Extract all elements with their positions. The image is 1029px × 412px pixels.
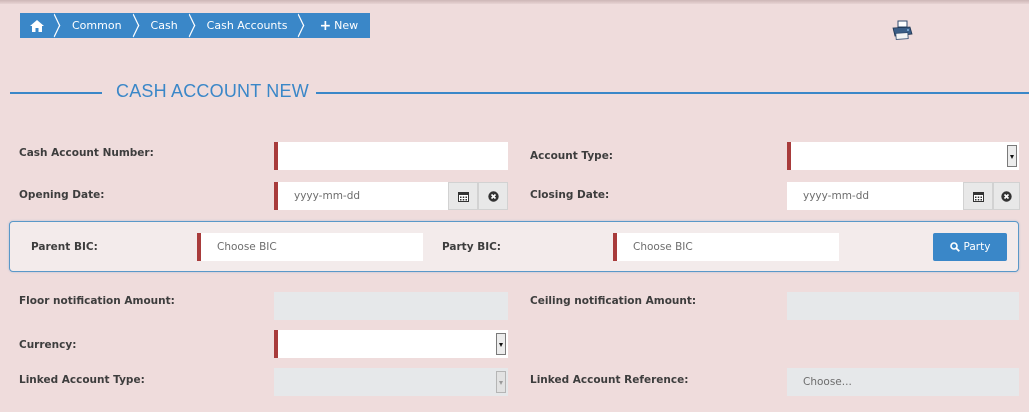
party-button-label: Party: [963, 241, 991, 253]
linked-account-reference-placeholder: Choose...: [803, 376, 852, 388]
currency-label: Currency:: [19, 339, 77, 351]
ceiling-notification-input[interactable]: [787, 292, 1019, 320]
linked-account-reference-input[interactable]: Choose...: [787, 368, 1019, 396]
party-bic-placeholder: Choose BIC: [633, 241, 693, 253]
breadcrumb-home[interactable]: [20, 13, 59, 38]
breadcrumb-common[interactable]: Common: [59, 13, 138, 38]
closing-date-placeholder: yyyy-mm-dd: [803, 190, 870, 202]
parent-bic-label: Parent BIC:: [31, 241, 98, 253]
title-rule-right: [316, 92, 1029, 94]
opening-date-input[interactable]: yyyy-mm-dd: [274, 182, 448, 210]
currency-select[interactable]: [274, 330, 508, 358]
title-rule-left: [10, 92, 102, 94]
opening-date-clear-button[interactable]: [478, 182, 508, 210]
close-circle-icon: [1001, 190, 1012, 202]
party-bic-label: Party BIC:: [442, 241, 502, 253]
bic-panel: [9, 221, 1019, 272]
linked-account-reference-label: Linked Account Reference:: [530, 374, 689, 386]
plus-icon: +: [319, 17, 332, 34]
breadcrumb-label: New: [334, 19, 359, 32]
breadcrumb-cash[interactable]: Cash: [138, 13, 194, 38]
account-type-select[interactable]: [787, 142, 1019, 170]
party-bic-input[interactable]: Choose BIC: [613, 233, 839, 261]
calendar-icon: [457, 191, 469, 202]
breadcrumb-new[interactable]: + New: [303, 13, 370, 38]
account-type-label: Account Type:: [530, 150, 614, 162]
closing-date-label: Closing Date:: [530, 189, 610, 201]
floor-notification-input[interactable]: [274, 292, 508, 320]
calendar-icon: [972, 191, 984, 202]
cash-account-number-input[interactable]: [274, 142, 508, 170]
top-border: [0, 0, 1029, 4]
linked-account-type-label: Linked Account Type:: [19, 374, 145, 386]
breadcrumb-cash-accounts[interactable]: Cash Accounts: [194, 13, 304, 38]
chevron-down-icon: [1007, 145, 1017, 167]
home-icon: [30, 19, 44, 32]
closing-date-input[interactable]: yyyy-mm-dd: [787, 182, 963, 210]
page-title: CASH ACCOUNT NEW: [116, 81, 309, 101]
breadcrumb-label: Common: [72, 19, 122, 32]
opening-date-placeholder: yyyy-mm-dd: [294, 190, 361, 202]
search-icon: [949, 242, 960, 252]
party-search-button[interactable]: Party: [933, 233, 1007, 261]
opening-date-label: Opening Date:: [19, 189, 105, 201]
ceiling-notification-label: Ceiling notification Amount:: [530, 295, 697, 307]
breadcrumb-label: Cash: [150, 19, 178, 32]
breadcrumb: Common Cash Cash Accounts + New: [20, 13, 371, 38]
close-circle-icon: [487, 190, 499, 202]
cash-account-number-label: Cash Account Number:: [19, 147, 154, 159]
parent-bic-placeholder: Choose BIC: [217, 241, 277, 253]
floor-notification-label: Floor notification Amount:: [19, 295, 175, 307]
printer-icon[interactable]: [891, 20, 913, 40]
chevron-down-icon: [496, 333, 506, 355]
closing-date-calendar-button[interactable]: [963, 182, 993, 210]
chevron-down-icon: [496, 371, 506, 393]
parent-bic-input[interactable]: Choose BIC: [197, 233, 423, 261]
opening-date-calendar-button[interactable]: [448, 182, 478, 210]
linked-account-type-select[interactable]: [274, 368, 508, 396]
breadcrumb-label: Cash Accounts: [206, 19, 288, 32]
closing-date-clear-button[interactable]: [993, 182, 1020, 210]
